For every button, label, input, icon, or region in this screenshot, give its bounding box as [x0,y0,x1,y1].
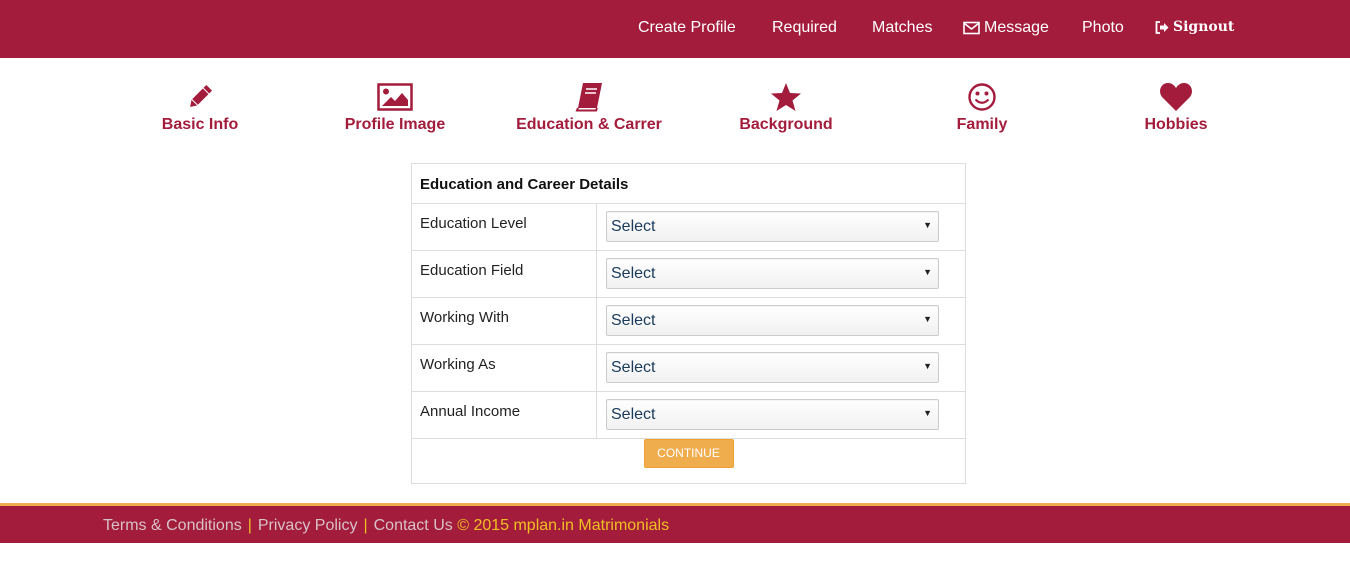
nav-matches-label: Matches [872,19,933,36]
step-family-label: Family [956,116,1008,133]
step-background-label: Background [739,116,833,133]
step-profile-image-label: Profile Image [344,116,446,133]
top-navbar: Create Profile Required Matches Message … [0,0,1350,58]
pencil-icon [110,80,290,114]
smile-icon [892,80,1072,114]
star-icon [696,80,876,114]
heart-icon [1086,80,1266,114]
nav-signout-label: Signout [1173,19,1235,35]
form-row-education-level: Education Level Select ▼ [412,204,965,251]
dropdown-arrow-icon: ▼ [923,408,932,418]
form-row-working-with: Working With Select ▼ [412,298,965,345]
form-row-annual-income: Annual Income Select ▼ [412,392,965,439]
form-title: Education and Career Details [412,164,965,204]
book-icon [499,80,679,114]
privacy-link[interactable]: Privacy Policy [258,517,358,534]
dropdown-arrow-icon: ▼ [923,267,932,277]
nav-photo-label: Photo [1082,19,1124,36]
dropdown-arrow-icon: ▼ [923,220,932,230]
working-as-select[interactable]: Select ▼ [606,352,939,383]
step-education-career-label: Education & Carrer [516,116,662,133]
working-with-label: Working With [412,298,597,344]
education-field-label: Education Field [412,251,597,297]
form-row-education-field: Education Field Select ▼ [412,251,965,298]
working-as-value: Select [611,359,656,376]
nav-create-profile-label: Create Profile [638,19,736,36]
step-basic-info[interactable]: Basic Info [110,80,290,134]
contact-link[interactable]: Contact Us [374,517,453,534]
annual-income-select[interactable]: Select ▼ [606,399,939,430]
education-level-select[interactable]: Select ▼ [606,211,939,242]
education-field-value: Select [611,265,656,282]
education-level-label: Education Level [412,204,597,250]
profile-steps: Basic Info Profile Image Education & Car… [0,80,1350,140]
footer-separator: | [363,517,368,534]
step-basic-info-label: Basic Info [161,116,239,133]
annual-income-value: Select [611,406,656,423]
signout-icon [1155,20,1169,34]
nav-matches[interactable]: Matches [872,19,932,37]
annual-income-label: Annual Income [412,392,597,438]
nav-required-label: Required [772,19,837,36]
image-icon [305,80,485,114]
nav-message[interactable]: Message [963,19,1049,37]
envelope-icon [963,21,980,35]
footer-separator: | [247,517,252,534]
step-education-career[interactable]: Education & Carrer [499,80,679,134]
step-family[interactable]: Family [892,80,1072,134]
nav-create-profile[interactable]: Create Profile [638,19,736,37]
step-hobbies[interactable]: Hobbies [1086,80,1266,134]
footer: Terms & Conditions | Privacy Policy | Contac… [0,506,1350,543]
education-career-form: Education and Career Details Education L… [411,163,966,484]
step-profile-image[interactable]: Profile Image [305,80,485,134]
nav-message-label: Message [984,19,1049,36]
nav-required[interactable]: Required [772,19,837,37]
working-with-value: Select [611,312,656,329]
nav-signout[interactable]: Signout [1155,19,1234,35]
dropdown-arrow-icon: ▼ [923,361,932,371]
step-background[interactable]: Background [696,80,876,134]
step-hobbies-label: Hobbies [1144,116,1208,133]
form-row-working-as: Working As Select ▼ [412,345,965,392]
terms-link[interactable]: Terms & Conditions [103,517,242,534]
working-as-label: Working As [412,345,597,391]
dropdown-arrow-icon: ▼ [923,314,932,324]
nav-photo[interactable]: Photo [1082,19,1124,37]
copyright-text: © 2015 mplan.in Matrimonials [457,517,670,534]
education-level-value: Select [611,218,656,235]
education-field-select[interactable]: Select ▼ [606,258,939,289]
continue-button[interactable]: CONTINUE [643,439,734,468]
working-with-select[interactable]: Select ▼ [606,305,939,336]
